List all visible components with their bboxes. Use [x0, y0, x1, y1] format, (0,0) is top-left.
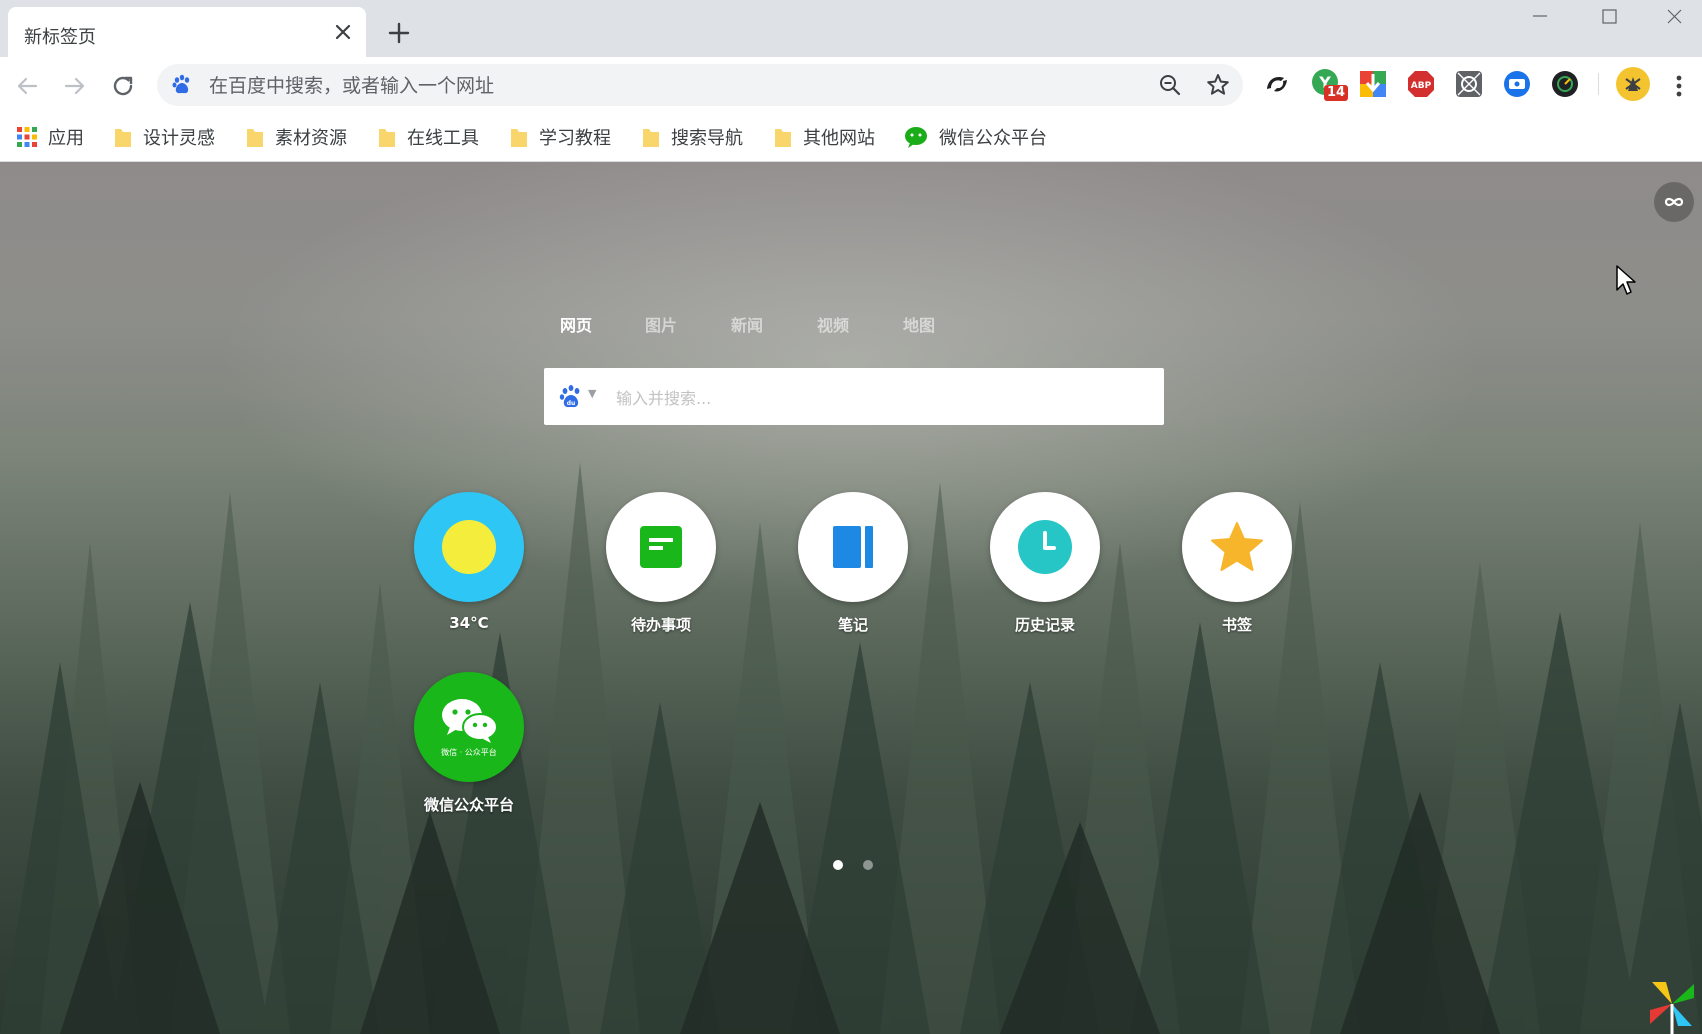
extension-badge-count: 14: [1324, 85, 1349, 101]
wechat-mp-icon: [442, 698, 498, 743]
new-tab-plus-icon[interactable]: [384, 18, 414, 48]
bookmark-apps[interactable]: 应用: [16, 122, 84, 152]
new-tab-page: 网页 图片 新闻 视频 地图 du ▼ 34°C: [0, 162, 1702, 1034]
folder-icon: [775, 129, 791, 147]
search-tab-web[interactable]: 网页: [560, 312, 592, 336]
folder-icon: [247, 129, 263, 147]
minimize-icon[interactable]: [1508, 0, 1572, 40]
notes-circle: [798, 492, 908, 602]
speedometer-extension-icon[interactable]: [1550, 69, 1580, 99]
app-label: 待办事项: [630, 616, 691, 634]
app-bookmarks[interactable]: 书签: [1167, 492, 1307, 635]
apps-grid-icon: [17, 127, 37, 147]
search-input[interactable]: [614, 382, 1138, 414]
notebook-icon: [833, 526, 873, 568]
profile-avatar[interactable]: [1616, 67, 1650, 101]
bookmark-label: 搜索导航: [671, 128, 743, 149]
tab-new-tab[interactable]: 新标签页: [8, 7, 366, 57]
engine-dropdown-caret[interactable]: ▼: [588, 387, 596, 400]
address-bar[interactable]: [157, 64, 1243, 106]
app-label: 34°C: [449, 614, 489, 632]
infinity-icon: [1664, 197, 1684, 207]
bookmark-folder-search-nav[interactable]: 搜索导航: [641, 122, 743, 152]
app-label: 书签: [1221, 616, 1252, 634]
app-history[interactable]: 历史记录: [975, 492, 1115, 635]
extension-swirl-icon[interactable]: [1262, 69, 1292, 99]
bookmark-wechat-mp[interactable]: 微信公众平台: [903, 122, 1047, 152]
history-circle: [990, 492, 1100, 602]
wechat-icon: [905, 127, 927, 148]
search-tab-map[interactable]: 地图: [903, 312, 935, 336]
search-tab-news[interactable]: 新闻: [731, 312, 763, 336]
app-wechat-mp[interactable]: 微信 · 公众平台 微信公众平台: [399, 672, 539, 815]
infinity-menu-button[interactable]: [1654, 182, 1694, 222]
forward-arrow-icon[interactable]: [58, 69, 92, 103]
kebab-menu-icon[interactable]: [1664, 69, 1694, 103]
zoom-out-icon[interactable]: [1157, 72, 1183, 98]
avatar-icon: [1625, 77, 1641, 91]
bookmark-folder-assets[interactable]: 素材资源: [245, 122, 347, 152]
app-label: 历史记录: [1014, 616, 1075, 634]
history-clock-icon: [1018, 520, 1072, 574]
browser-toolbar: Y 14 ABP: [0, 57, 1702, 114]
toolbar-divider: [1598, 73, 1599, 95]
pager-dot-1[interactable]: [833, 860, 843, 870]
window-close-icon[interactable]: [1642, 0, 1702, 40]
wechat-mp-circle: 微信 · 公众平台: [414, 672, 524, 782]
weather-circle: [414, 492, 524, 602]
bookmark-folder-tools[interactable]: 在线工具: [377, 122, 479, 152]
bookmark-label: 设计灵感: [143, 128, 215, 149]
address-input[interactable]: [207, 70, 1111, 102]
bookmark-label: 学习教程: [539, 128, 611, 149]
mouse-cursor-icon: [1616, 265, 1636, 295]
extension-y-badge[interactable]: Y 14: [1310, 67, 1349, 101]
bookmark-folder-other[interactable]: 其他网站: [773, 122, 875, 152]
bookmark-label: 应用: [48, 128, 84, 149]
pager-dot-2[interactable]: [863, 860, 873, 870]
bookmark-folder-design[interactable]: 设计灵感: [113, 122, 215, 152]
bookmark-label: 素材资源: [275, 128, 347, 149]
todo-circle: [606, 492, 716, 602]
folder-icon: [115, 129, 131, 147]
weather-sun-icon: [442, 520, 496, 574]
bookmarks-bar: 应用 设计灵感 素材资源 在线工具 学习教程 搜索导航 其他网站 微信公众平台: [0, 114, 1702, 162]
search-tab-video[interactable]: 视频: [817, 312, 849, 336]
bookmark-star-outline-icon[interactable]: [1205, 72, 1231, 98]
tab-strip: 新标签页: [0, 0, 1702, 57]
svg-text:ABP: ABP: [1411, 81, 1432, 91]
baidu-paw-icon: [172, 74, 190, 94]
app-notes[interactable]: 笔记: [783, 492, 923, 635]
bookmark-folder-tutorials[interactable]: 学习教程: [509, 122, 611, 152]
folder-icon: [379, 129, 395, 147]
app-label: 笔记: [837, 616, 868, 634]
close-icon[interactable]: [330, 19, 356, 45]
tab-title: 新标签页: [24, 27, 96, 48]
app-todo[interactable]: 待办事项: [591, 492, 731, 635]
wechat-mp-sublabel: 微信 · 公众平台: [441, 747, 497, 757]
maximize-icon[interactable]: [1578, 0, 1642, 40]
search-box: du ▼: [544, 368, 1164, 425]
bookmark-label: 其他网站: [803, 128, 875, 149]
bookmark-star-icon: [1211, 522, 1263, 571]
pinwheel-logo-icon: [1650, 982, 1694, 1034]
bookmarks-circle: [1182, 492, 1292, 602]
reload-icon[interactable]: [106, 69, 140, 103]
svg-text:du: du: [567, 400, 576, 407]
folder-icon: [643, 129, 659, 147]
bookmark-label: 微信公众平台: [939, 128, 1047, 149]
app-weather[interactable]: 34°C: [399, 492, 539, 632]
bookmark-label: 在线工具: [407, 128, 479, 149]
vpn-extension-icon[interactable]: [1454, 69, 1484, 99]
screen-capture-icon[interactable]: [1502, 69, 1532, 99]
search-type-tabs: 网页 图片 新闻 视频 地图: [544, 312, 964, 342]
search-tab-images[interactable]: 图片: [645, 312, 677, 336]
todo-icon: [640, 526, 682, 568]
app-label: 微信公众平台: [423, 796, 514, 814]
back-arrow-icon[interactable]: [10, 69, 44, 103]
adblock-plus-icon[interactable]: ABP: [1406, 69, 1436, 99]
folder-icon: [511, 129, 527, 147]
download-extension-icon[interactable]: [1358, 69, 1388, 99]
baidu-engine-icon[interactable]: du: [558, 384, 584, 410]
